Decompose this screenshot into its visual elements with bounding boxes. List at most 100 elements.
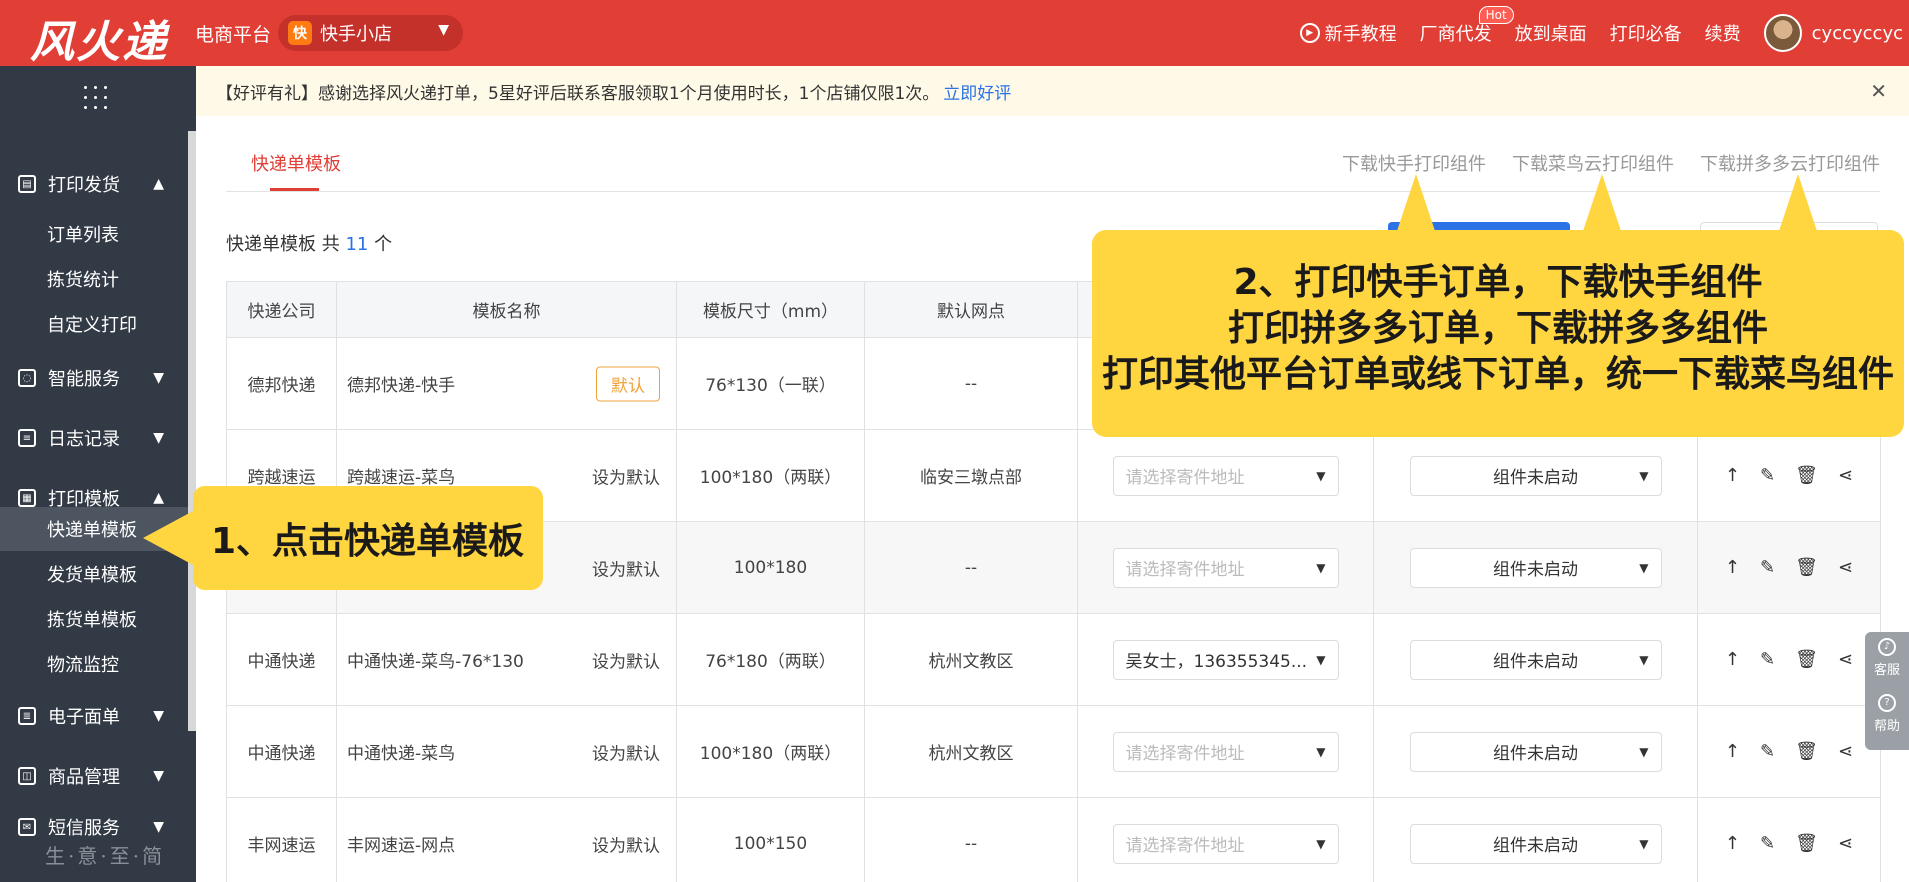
arrow-up-icon[interactable]: ↑ [1725, 557, 1740, 578]
select-value: 组件未启动 [1493, 560, 1578, 580]
help-button[interactable]: ? 帮助 [1865, 688, 1909, 744]
set-default-link[interactable]: 设为默认 [592, 555, 660, 580]
nav-renew[interactable]: 续费 [1705, 20, 1741, 46]
sidebar-group-label: 商品管理 [48, 767, 120, 788]
cell-size: 100*180 [676, 521, 865, 614]
cell-address: 请选择寄件地址 ▼ [1077, 429, 1374, 522]
sender-address-select[interactable]: 请选择寄件地址 ▼ [1112, 455, 1339, 496]
edit-icon[interactable]: ✎ [1760, 649, 1775, 670]
close-icon[interactable]: ✕ [1870, 79, 1887, 103]
chevron-down-icon: ▼ [153, 768, 164, 784]
username[interactable]: cyccyccyc [1812, 23, 1903, 44]
arrow-up-icon[interactable]: ↑ [1725, 649, 1740, 670]
edit-icon[interactable]: ✎ [1760, 557, 1775, 578]
sidebar-group-label: 智能服务 [48, 369, 120, 390]
avatar[interactable] [1763, 14, 1802, 52]
trash-icon[interactable]: 🗑 [1795, 465, 1818, 486]
trash-icon[interactable]: 🗑 [1795, 741, 1818, 762]
chevron-down-icon: ▼ [1316, 836, 1326, 851]
share-icon[interactable]: ⋖ [1838, 465, 1853, 486]
trash-icon[interactable]: 🗑 [1795, 649, 1818, 670]
sidebar: ▤ 打印发货 ▲ 订单列表 拣货统计 自定义打印 ◌ 智能服务 ▼ ≡ 日志记录… [0, 66, 196, 882]
plugin-status-select[interactable]: 组件未启动 ▼ [1409, 639, 1662, 680]
sidebar-item-logistics-monitor[interactable]: 物流监控 [0, 642, 188, 686]
template-icon: ▦ [18, 489, 36, 507]
set-default-link[interactable]: 设为默认 [592, 463, 660, 488]
sidebar-group-e-waybill[interactable]: ≣ 电子面单 ▼ [0, 694, 188, 738]
nav-desktop[interactable]: 放到桌面 [1515, 20, 1587, 46]
download-pdd-plugin[interactable]: 下载拼多多云打印组件 [1700, 150, 1880, 176]
sidebar-group-label: 打印发货 [48, 175, 120, 196]
cell-ops: ↑ ✎ 🗑 ⋖ [1697, 613, 1881, 706]
sender-address-select[interactable]: 吴女士，136355345... ▼ [1112, 639, 1339, 680]
chevron-down-icon: ▼ [1639, 468, 1649, 483]
callout-step2-line: 打印拼多多订单，下载拼多多组件 [1227, 308, 1768, 349]
plugin-status-select[interactable]: 组件未启动 ▼ [1409, 547, 1662, 588]
share-icon[interactable]: ⋖ [1838, 649, 1853, 670]
tab-express-template[interactable]: 快递单模板 [251, 150, 341, 176]
edit-icon[interactable]: ✎ [1760, 741, 1775, 762]
plugin-status-select[interactable]: 组件未启动 ▼ [1409, 455, 1662, 496]
sidebar-group-label: 电子面单 [48, 707, 120, 728]
cell-company: 丰网速运 [226, 797, 337, 882]
sidebar-group-logs[interactable]: ≡ 日志记录 ▼ [0, 416, 188, 460]
sender-address-select[interactable]: 请选择寄件地址 ▼ [1112, 731, 1339, 772]
cell-size: 100*150 [676, 797, 865, 882]
chevron-down-icon: ▼ [1316, 744, 1326, 759]
download-cainiao-plugin[interactable]: 下载菜鸟云打印组件 [1512, 150, 1674, 176]
plugin-status-select[interactable]: 组件未启动 ▼ [1409, 823, 1662, 864]
share-icon[interactable]: ⋖ [1838, 833, 1853, 854]
sidebar-item-custom-print[interactable]: 自定义打印 [0, 302, 188, 346]
grid-menu-icon[interactable] [84, 86, 110, 112]
set-default-link[interactable]: 设为默认 [592, 739, 660, 764]
kuaishou-shop-icon: 快 [288, 21, 312, 45]
set-default-link[interactable]: 设为默认 [592, 831, 660, 856]
cell-name: 德邦快递-快手 默认 [336, 337, 677, 430]
arrow-up-icon[interactable]: ↑ [1725, 741, 1740, 762]
rate-now-link[interactable]: 立即好评 [943, 79, 1011, 104]
cell-branch: -- [864, 337, 1078, 430]
table-row: 中通快递 中通快递-菜鸟 设为默认 100*180（两联） 杭州文教区 请选择寄… [226, 705, 1881, 798]
download-kuaishou-plugin[interactable]: 下载快手打印组件 [1342, 150, 1486, 176]
edit-icon[interactable]: ✎ [1760, 833, 1775, 854]
sidebar-item-picking-stats[interactable]: 拣货统计 [0, 257, 188, 301]
plugin-status-select[interactable]: 组件未启动 ▼ [1409, 731, 1662, 772]
nav-print-essentials[interactable]: 打印必备 [1610, 20, 1682, 46]
sidebar-item-order-list[interactable]: 订单列表 [0, 212, 188, 256]
set-default-link[interactable]: 设为默认 [592, 647, 660, 672]
nav-tutorial[interactable]: ▶ 新手教程 [1299, 20, 1397, 46]
table-row: 中通快递 中通快递-菜鸟-76*130 设为默认 76*180（两联） 杭州文教… [226, 613, 1881, 706]
sender-address-select[interactable]: 请选择寄件地址 ▼ [1112, 547, 1339, 588]
sidebar-item-picking-template[interactable]: 拣货单模板 [0, 597, 188, 641]
sidebar-group-products[interactable]: ◫ 商品管理 ▼ [0, 754, 188, 798]
cell-branch: 杭州文教区 [864, 705, 1078, 798]
app-logo[interactable]: 风火递 [30, 6, 168, 70]
sender-address-select[interactable]: 请选择寄件地址 ▼ [1112, 823, 1339, 864]
callout-step1: 1、点击快递单模板 [193, 486, 543, 590]
share-icon[interactable]: ⋖ [1838, 557, 1853, 578]
edit-icon[interactable]: ✎ [1760, 465, 1775, 486]
chevron-down-icon: ▼ [1639, 560, 1649, 575]
sidebar-group-sms[interactable]: ✉ 短信服务 ▼ [0, 814, 188, 840]
trash-icon[interactable]: 🗑 [1795, 557, 1818, 578]
callout-step2-line: 打印其他平台订单或线下订单，统一下载菜鸟组件 [1101, 354, 1894, 395]
arrow-up-icon[interactable]: ↑ [1725, 833, 1740, 854]
arrow-up-icon[interactable]: ↑ [1725, 465, 1740, 486]
trash-icon[interactable]: 🗑 [1795, 833, 1818, 854]
cell-ops: ↑ ✎ 🗑 ⋖ [1697, 429, 1881, 522]
cell-ops: ↑ ✎ 🗑 ⋖ [1697, 797, 1881, 882]
nav-vendor[interactable]: 厂商代发 Hot [1420, 6, 1514, 46]
sidebar-scrollbar[interactable] [188, 131, 196, 731]
shop-selector[interactable]: 快 快手小店 ▼ [278, 15, 463, 51]
count-prefix: 快递单模板 共 [226, 234, 346, 255]
select-value: 组件未启动 [1493, 836, 1578, 856]
customer-service-button[interactable]: ♪ 客服 [1865, 632, 1909, 688]
chevron-down-icon: ▼ [1316, 468, 1326, 483]
template-name: 中通快递-菜鸟-76*130 [347, 652, 524, 672]
sidebar-group-print-ship[interactable]: ▤ 打印发货 ▲ [0, 162, 188, 206]
cell-branch: -- [864, 797, 1078, 882]
share-icon[interactable]: ⋖ [1838, 741, 1853, 762]
sidebar-group-smart-service[interactable]: ◌ 智能服务 ▼ [0, 356, 188, 400]
template-name: 丰网速运-网点 [347, 836, 456, 856]
cell-size: 76*180（两联） [676, 613, 865, 706]
